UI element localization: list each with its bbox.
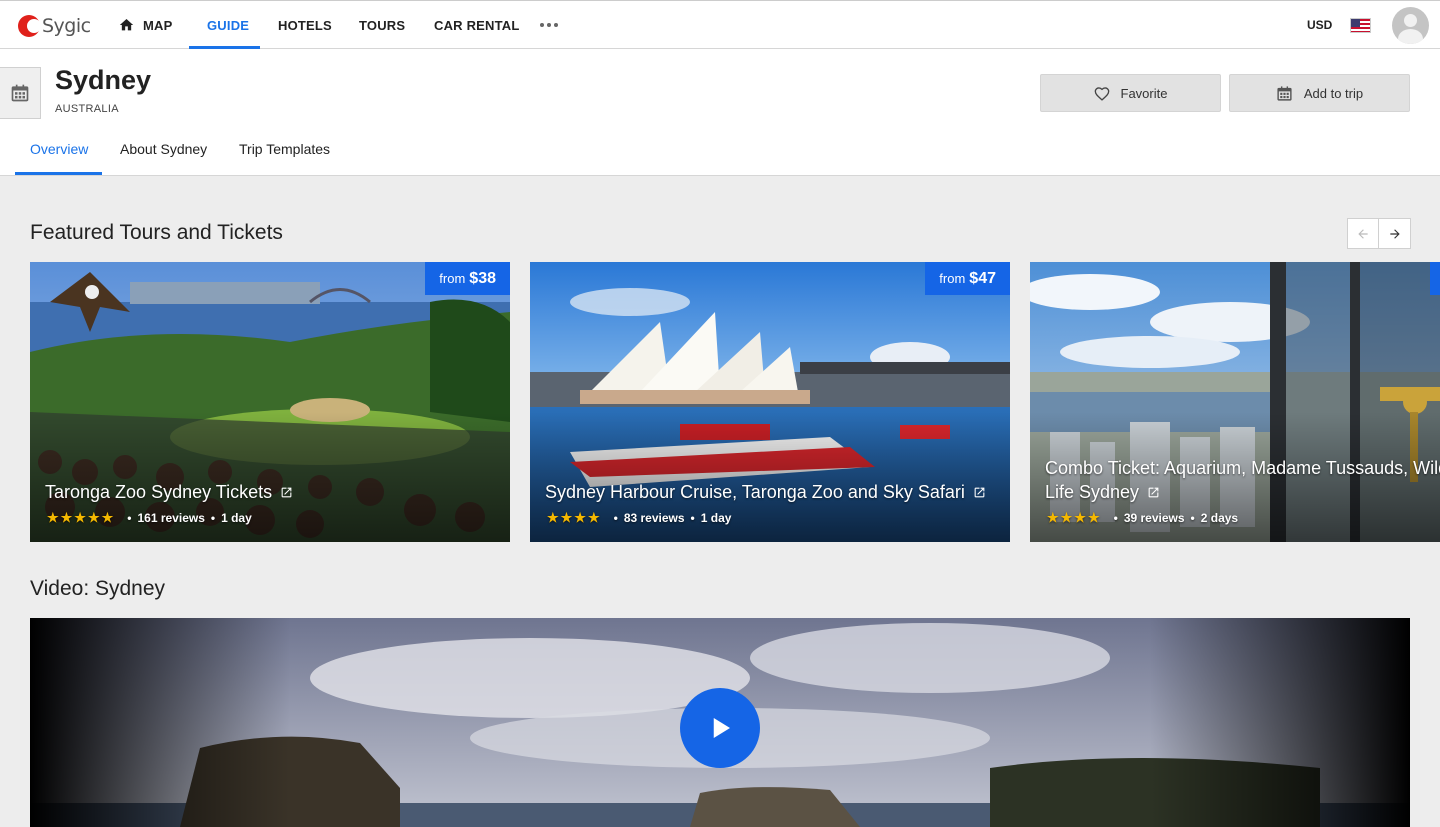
top-navigation-bar: Sygic MAP GUIDE HOTELS TOURS CAR RENTAL … — [0, 0, 1440, 49]
tour-card-meta: ★★★★★ • 161 reviews • 1 day — [47, 510, 252, 525]
tour-duration: 1 day — [700, 511, 732, 525]
star-rating: ★★★★ — [1047, 510, 1102, 525]
place-header: Sydney AUSTRALIA Favorite Add to trip Ov… — [0, 49, 1440, 176]
external-link-icon — [1147, 481, 1160, 505]
carousel-prev-button[interactable] — [1348, 219, 1380, 248]
nav-item-car-rental[interactable]: CAR RENTAL — [434, 1, 520, 49]
review-count: 39 reviews — [1123, 511, 1185, 525]
logo-text: Sygic — [42, 15, 91, 37]
carousel-next-button[interactable] — [1379, 219, 1410, 248]
sygic-logo[interactable]: Sygic — [18, 13, 91, 39]
tab-trip-templates[interactable]: Trip Templates — [239, 141, 330, 157]
add-to-trip-button[interactable]: Add to trip — [1229, 74, 1410, 112]
price-badge: from $47 — [925, 262, 1010, 295]
nav-item-guide[interactable]: GUIDE — [207, 1, 249, 49]
price-badge — [1430, 262, 1440, 295]
favorite-button[interactable]: Favorite — [1040, 74, 1221, 112]
price-badge: from $38 — [425, 262, 510, 295]
video-player[interactable] — [30, 618, 1410, 827]
tour-card-title[interactable]: Combo Ticket: Aquarium, Madame Tussauds,… — [1045, 456, 1440, 505]
star-rating: ★★★★ — [547, 510, 602, 525]
tour-card-harbour-cruise[interactable]: from $47 Sydney Harbour Cruise, Taronga … — [530, 262, 1010, 542]
arrow-left-icon — [1358, 228, 1368, 239]
carousel-controls — [1347, 218, 1411, 249]
tour-duration: 2 days — [1200, 511, 1239, 525]
external-link-icon — [973, 481, 986, 505]
calendar-icon — [1276, 85, 1293, 102]
tour-card-title[interactable]: Sydney Harbour Cruise, Taronga Zoo and S… — [545, 480, 1000, 505]
active-tab-indicator — [15, 172, 102, 175]
arrow-right-icon — [1389, 228, 1400, 239]
tour-title-text: Taronga Zoo Sydney Tickets — [45, 482, 273, 502]
currency-selector[interactable]: USD — [1307, 18, 1332, 32]
star-rating: ★★★★★ — [47, 510, 116, 525]
favorite-label: Favorite — [1120, 85, 1168, 101]
more-menu-icon[interactable] — [540, 23, 558, 27]
review-count: 161 reviews — [137, 511, 205, 525]
tour-card-meta: ★★★★ • 83 reviews • 1 day — [547, 510, 732, 525]
nav-item-label: CAR RENTAL — [434, 17, 520, 33]
tour-title-text: Sydney Harbour Cruise, Taronga Zoo and S… — [545, 482, 965, 502]
add-to-trip-label: Add to trip — [1303, 85, 1364, 101]
nav-item-label: TOURS — [359, 17, 406, 33]
tour-title-text: Combo Ticket: Aquarium, Madame Tussauds,… — [1045, 458, 1440, 502]
nav-item-tours[interactable]: TOURS — [359, 1, 405, 49]
heart-icon — [1094, 86, 1110, 101]
nav-item-label: MAP — [143, 17, 173, 33]
home-icon — [119, 19, 134, 31]
price-value: $38 — [469, 269, 496, 287]
nav-item-hotels[interactable]: HOTELS — [278, 1, 332, 49]
page-title: Sydney — [55, 65, 152, 95]
calendar-tile[interactable] — [0, 67, 41, 119]
tab-overview[interactable]: Overview — [30, 141, 88, 157]
us-flag-icon[interactable] — [1350, 18, 1371, 33]
video-section-title: Video: Sydney — [30, 577, 166, 600]
tour-card-combo-ticket[interactable]: Combo Ticket: Aquarium, Madame Tussauds,… — [1030, 262, 1440, 542]
sygic-logo-mark — [18, 15, 41, 37]
tour-card-taronga-zoo[interactable]: from $38 Taronga Zoo Sydney Tickets ★★★★… — [30, 262, 510, 542]
play-icon — [713, 718, 730, 738]
calendar-icon — [11, 84, 29, 102]
tour-duration: 1 day — [221, 511, 252, 525]
external-link-icon — [280, 481, 293, 505]
review-count: 83 reviews — [623, 511, 685, 525]
price-prefix: from — [439, 271, 466, 286]
play-button[interactable] — [680, 688, 760, 768]
nav-item-map[interactable]: MAP — [118, 1, 173, 49]
tour-card-title[interactable]: Taronga Zoo Sydney Tickets — [45, 480, 500, 505]
tab-about-sydney[interactable]: About Sydney — [120, 141, 207, 157]
country-label: AUSTRALIA — [55, 103, 119, 115]
price-prefix: from — [939, 271, 966, 286]
nav-item-label: HOTELS — [278, 17, 332, 33]
featured-section-title: Featured Tours and Tickets — [30, 221, 283, 244]
price-value: $47 — [969, 269, 996, 287]
tour-card-meta: ★★★★ • 39 reviews • 2 days — [1047, 510, 1239, 525]
nav-item-label: GUIDE — [207, 17, 250, 33]
user-avatar[interactable] — [1392, 7, 1429, 44]
